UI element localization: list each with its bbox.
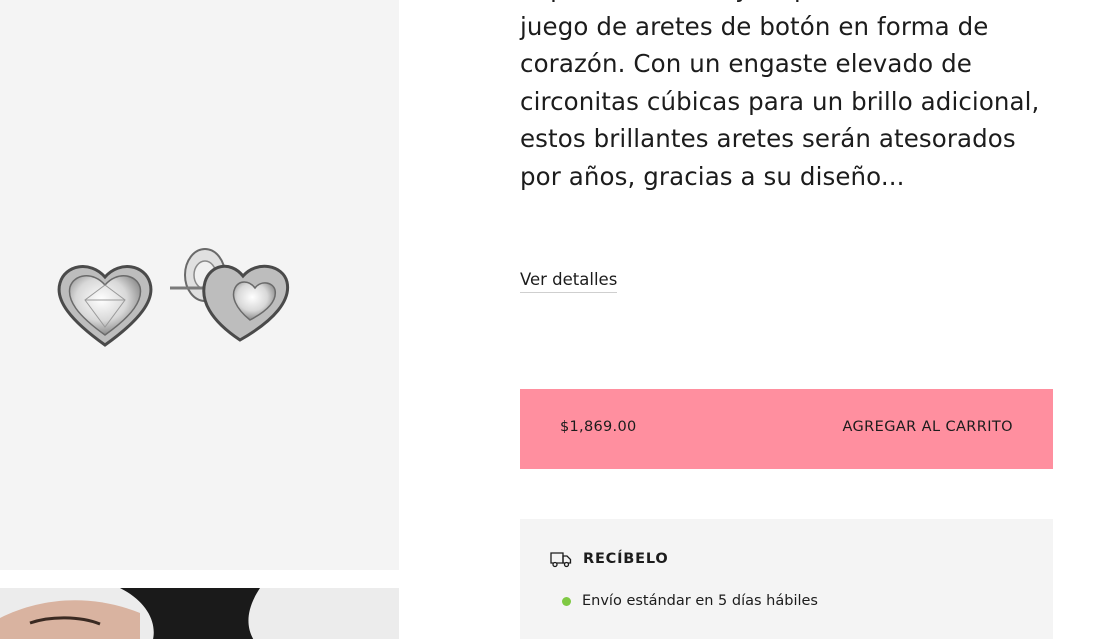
add-to-cart-button[interactable]: $1,869.00 AGREGAR AL CARRITO <box>520 389 1053 469</box>
model-photo-image <box>0 588 399 639</box>
delivery-title: RECÍBELO <box>583 551 669 567</box>
product-model-image[interactable] <box>0 588 399 639</box>
delivery-option-label: Envío estándar en 5 días hábiles <box>582 593 818 609</box>
add-to-cart-label: AGREGAR AL CARRITO <box>842 419 1013 435</box>
product-page: Exprese su amor y su pasión con este jue… <box>0 0 1095 639</box>
truck-icon <box>550 552 572 568</box>
product-gallery <box>0 0 399 639</box>
delivery-option: Envío estándar en 5 días hábiles <box>562 593 818 609</box>
product-description: Exprese su amor y su pasión con este jue… <box>520 0 1040 191</box>
delivery-header: RECÍBELO <box>550 549 669 569</box>
delivery-info: RECÍBELO Envío estándar en 5 días hábile… <box>520 519 1053 639</box>
price-label: $1,869.00 <box>560 419 637 435</box>
availability-dot <box>562 596 571 606</box>
product-main-image[interactable] <box>0 0 399 570</box>
view-details-link[interactable]: Ver detalles <box>520 270 618 293</box>
product-details: Exprese su amor y su pasión con este jue… <box>520 0 1053 639</box>
heart-earrings-image <box>57 248 290 347</box>
